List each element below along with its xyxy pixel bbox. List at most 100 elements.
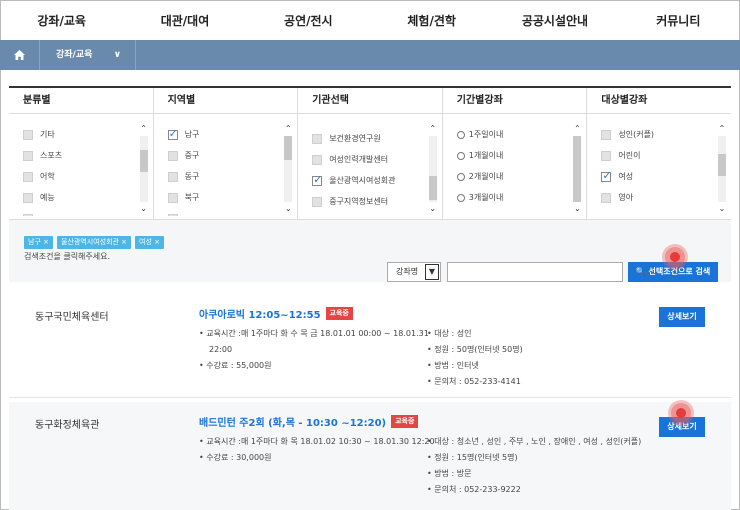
chevron-down-icon[interactable]: ⌄ <box>572 204 582 214</box>
filter-list: 기타 스포츠 어학 예능 <box>23 124 135 216</box>
checkbox[interactable] <box>312 196 323 207</box>
radio-button[interactable] <box>456 172 465 181</box>
filter-option[interactable]: 중구지역정보센터 <box>312 191 424 212</box>
filter-option[interactable]: 어학 <box>23 166 135 187</box>
filter-option[interactable]: 동구 <box>167 166 280 187</box>
search-input[interactable] <box>447 262 623 282</box>
result-details-right: 대상 : 청소년 , 성인 , 주부 , 노인 , 장애인 , 여성 , 성인(… <box>427 434 641 498</box>
checkbox[interactable] <box>23 129 33 140</box>
filter-region: 지역별 남구 중구 동구 북구 ⌃ ⌄ <box>153 88 299 219</box>
filter-option[interactable]: 성인(커플) <box>601 124 713 145</box>
result-details-right: 대상 : 성인 정원 : 50명(인터넷 50명) 방법 : 인터넷 문의처 :… <box>427 326 522 390</box>
result-title[interactable]: 배드민턴 주2회 (화,목 - 10:30 ~12:20) 교육중 <box>199 414 419 429</box>
tap-indicator <box>662 244 688 270</box>
result-details-left: 교육시간 :매 1주마다 화 수 목 금 18.01.01 00:00 ~ 18… <box>199 326 429 374</box>
chevron-down-icon[interactable]: ⌄ <box>283 204 293 214</box>
detail-button[interactable]: 상세보기 <box>659 307 705 327</box>
filter-option[interactable]: 2개월이내 <box>456 166 569 187</box>
status-badge: 교육중 <box>325 307 353 320</box>
filter-option[interactable]: 남구 <box>167 124 280 145</box>
filter-option[interactable]: 1개월이내 <box>456 145 569 166</box>
search-type-select[interactable]: 강좌명 ▼ <box>387 262 441 282</box>
checkbox[interactable] <box>312 154 323 165</box>
scroll-thumb[interactable] <box>284 136 293 160</box>
nav-performance[interactable]: 공연/전시 <box>247 0 370 40</box>
filter-option[interactable] <box>167 208 280 216</box>
scrollbar[interactable]: ⌃ ⌄ <box>717 124 727 214</box>
radio-button[interactable] <box>456 151 465 160</box>
nav-community[interactable]: 커뮤니티 <box>617 0 740 40</box>
scroll-thumb[interactable] <box>573 136 582 202</box>
scroll-thumb[interactable] <box>428 176 437 200</box>
home-icon <box>14 50 25 60</box>
scroll-thumb[interactable] <box>717 154 726 176</box>
breadcrumb: 강좌/교육 ∨ <box>0 40 740 70</box>
scrollbar[interactable]: ⌃ ⌄ <box>283 124 293 214</box>
filter-header: 대상별강좌 <box>587 88 731 114</box>
selected-tag[interactable]: 울산광역시여성회관 × <box>56 236 132 249</box>
selected-tag[interactable]: 남구 × <box>24 236 53 249</box>
nav-education[interactable]: 강좌/교육 <box>0 0 123 40</box>
top-nav: 강좌/교육 대관/대여 공연/전시 체험/견학 공공시설안내 커뮤니티 <box>0 0 740 40</box>
checkbox-checked[interactable] <box>312 173 322 186</box>
chevron-down-icon[interactable]: ⌄ <box>139 204 149 214</box>
filter-option[interactable]: 예능 <box>23 187 135 208</box>
chevron-up-icon[interactable]: ⌃ <box>283 124 293 134</box>
selected-tag[interactable]: 여성 × <box>135 236 165 249</box>
filter-option[interactable]: 3개월이내 <box>456 187 569 208</box>
checkbox[interactable] <box>167 213 178 216</box>
breadcrumb-dropdown[interactable]: 강좌/교육 ∨ <box>40 40 136 70</box>
filter-option[interactable]: 중구 <box>167 145 280 166</box>
filter-option[interactable]: 북구 <box>167 187 280 208</box>
checkbox[interactable] <box>23 150 33 161</box>
filter-option[interactable]: 영아 <box>601 187 713 208</box>
chevron-down-icon[interactable]: ⌄ <box>428 204 438 214</box>
nav-experience[interactable]: 체험/견학 <box>370 0 493 40</box>
checkbox[interactable] <box>601 150 612 161</box>
chevron-down-icon[interactable]: ⌄ <box>717 204 727 214</box>
filter-option[interactable]: 여성인력개발센터 <box>312 149 424 170</box>
breadcrumb-current: 강좌/교육 <box>56 50 93 60</box>
filter-panel: 분류별 기타 스포츠 어학 예능 ⌃ ⌄ 지역별 남구 중구 동구 북구 <box>9 86 731 282</box>
filter-list: 성인(커플) 어린이 여성 영아 <box>601 124 713 216</box>
scroll-thumb[interactable] <box>139 150 148 172</box>
checkbox[interactable] <box>601 129 612 140</box>
scrollbar[interactable]: ⌃ ⌄ <box>139 124 149 214</box>
radio-button[interactable] <box>456 130 465 139</box>
filter-option[interactable]: 기타 <box>23 124 135 145</box>
checkbox[interactable] <box>23 171 33 182</box>
scrollbar[interactable]: ⌃ ⌄ <box>428 124 438 214</box>
chevron-up-icon[interactable]: ⌃ <box>572 124 582 134</box>
filter-option[interactable]: 스포츠 <box>23 145 135 166</box>
filter-option[interactable]: 여성 <box>601 166 713 187</box>
radio-button[interactable] <box>456 193 465 202</box>
checkbox-checked[interactable] <box>601 169 612 182</box>
filter-target: 대상별강좌 성인(커플) 어린이 여성 영아 ⌃ ⌄ <box>587 88 731 219</box>
scrollbar[interactable]: ⌃ ⌄ <box>572 124 582 214</box>
chevron-up-icon[interactable]: ⌃ <box>717 124 727 134</box>
tap-indicator <box>668 400 694 426</box>
filter-option[interactable]: 어린이 <box>601 145 713 166</box>
checkbox[interactable] <box>167 150 178 161</box>
home-button[interactable] <box>0 40 40 70</box>
checkbox[interactable] <box>23 192 33 203</box>
filter-institution: 기관선택 보건환경연구원 여성인력개발센터 울산광역시여성회관 중구지역정보센터… <box>298 88 443 219</box>
result-title[interactable]: 아쿠아로빅 12:05~12:55 교육중 <box>199 306 353 321</box>
checkbox[interactable] <box>601 192 612 203</box>
filter-option[interactable] <box>23 208 135 216</box>
checkbox[interactable] <box>312 133 323 144</box>
chevron-up-icon[interactable]: ⌃ <box>428 124 438 134</box>
checkbox[interactable] <box>167 171 178 182</box>
filter-option[interactable]: 울산광역시여성회관 <box>312 170 424 191</box>
result-place: 동구국민체육센터 <box>35 312 109 323</box>
nav-rental[interactable]: 대관/대여 <box>123 0 246 40</box>
checkbox[interactable] <box>167 192 178 203</box>
chevron-up-icon[interactable]: ⌃ <box>139 124 149 134</box>
filter-option[interactable]: 보건환경연구원 <box>312 128 424 149</box>
checkbox[interactable] <box>23 213 33 216</box>
filter-header: 분류별 <box>9 88 153 114</box>
nav-facilities[interactable]: 공공시설안내 <box>493 0 616 40</box>
result-place: 동구화정체육관 <box>35 420 100 431</box>
checkbox-checked[interactable] <box>167 127 178 140</box>
filter-option[interactable]: 1주일이내 <box>456 124 569 145</box>
